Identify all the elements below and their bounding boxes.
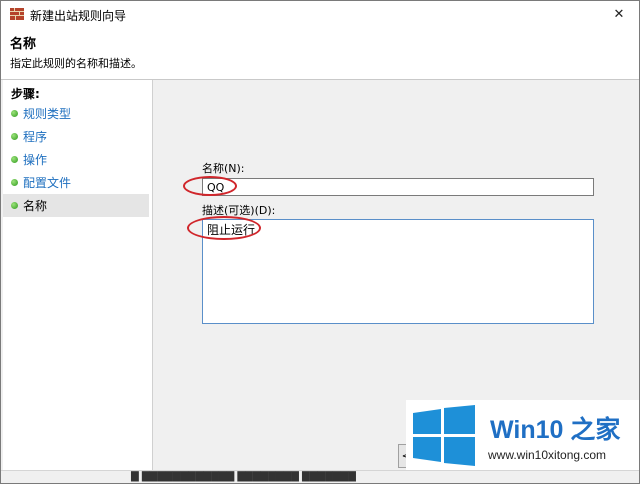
step-item-program[interactable]: 程序 — [3, 125, 149, 148]
green-dot-icon — [11, 202, 18, 209]
steps-list: 规则类型 程序 操作 配置文件 名称 — [3, 102, 152, 217]
firewall-app-icon — [10, 8, 24, 20]
steps-panel: 步骤: 规则类型 程序 操作 配置文件 名称 — [3, 80, 153, 483]
green-dot-icon — [11, 110, 18, 117]
step-item-rule-type[interactable]: 规则类型 — [3, 102, 149, 125]
wizard-window: 新建出站规则向导 ✕ 名称 指定此规则的名称和描述。 步骤: 规则类型 程序 操… — [0, 0, 640, 484]
watermark-title: Win10 之家 — [490, 416, 621, 444]
step-item-name[interactable]: 名称 — [3, 194, 149, 217]
green-dot-icon — [11, 179, 18, 186]
window-title: 新建出站规则向导 — [30, 9, 127, 23]
site-watermark: Win10 之家 www.win10xitong.com — [406, 400, 639, 470]
title-bar: 新建出站规则向导 ✕ — [1, 1, 639, 27]
close-icon: ✕ — [613, 6, 625, 22]
step-item-action[interactable]: 操作 — [3, 148, 149, 171]
description-textarea[interactable]: 阻止运行 — [202, 219, 594, 324]
bottom-strip: ▇ ▇▇▇▇▇▇▇▇▇▇▇▇ ▇▇▇▇▇▇▇▇ ▇▇▇▇▇▇▇ — [1, 470, 639, 483]
green-dot-icon — [11, 156, 18, 163]
green-dot-icon — [11, 133, 18, 140]
name-input[interactable] — [202, 178, 594, 196]
page-subtitle: 指定此规则的名称和描述。 — [10, 57, 142, 70]
step-label: 名称 — [23, 199, 48, 213]
step-label: 规则类型 — [23, 107, 72, 121]
step-label: 程序 — [23, 130, 48, 144]
step-label: 配置文件 — [23, 176, 72, 190]
windows-logo-icon — [413, 405, 475, 466]
bottom-blurred-text: ▇ ▇▇▇▇▇▇▇▇▇▇▇▇ ▇▇▇▇▇▇▇▇ ▇▇▇▇▇▇▇ — [131, 471, 356, 482]
step-item-profile[interactable]: 配置文件 — [3, 171, 149, 194]
page-title: 名称 — [10, 37, 37, 52]
close-button[interactable]: ✕ — [603, 3, 635, 25]
steps-heading: 步骤: — [11, 87, 40, 101]
watermark-url: www.win10xitong.com — [488, 448, 607, 462]
description-field-label: 描述(可选)(D): — [202, 204, 276, 217]
step-label: 操作 — [23, 153, 48, 167]
name-field-label: 名称(N): — [202, 162, 245, 175]
page-header: 名称 指定此规则的名称和描述。 — [1, 27, 639, 80]
